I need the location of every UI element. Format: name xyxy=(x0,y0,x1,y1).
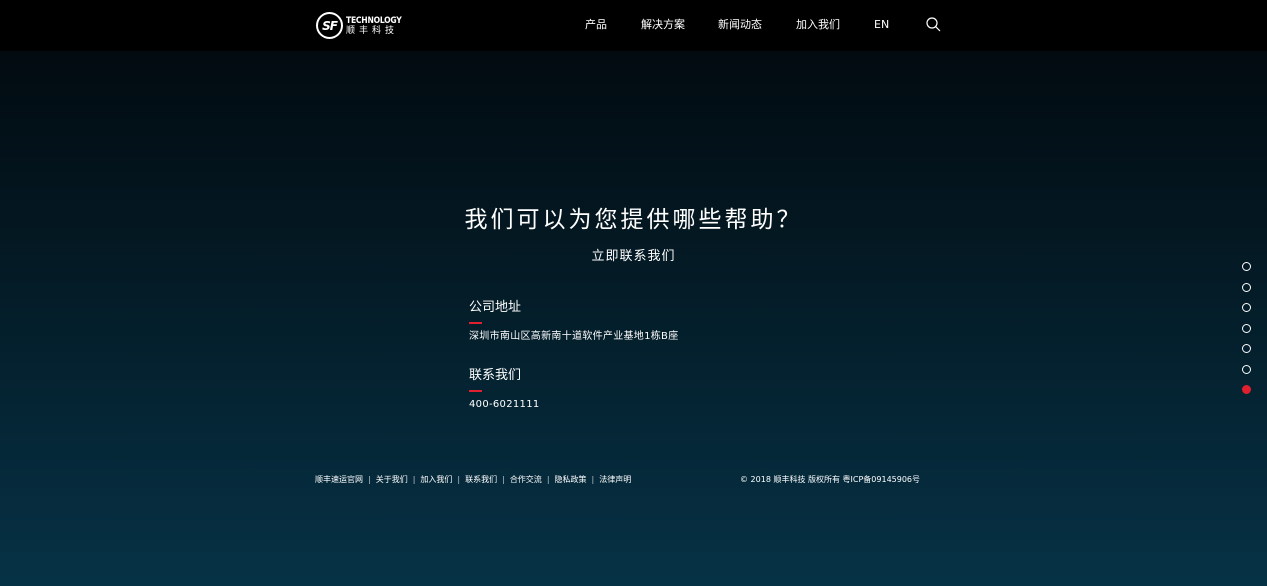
page-dot[interactable] xyxy=(1242,385,1251,394)
page-dot[interactable] xyxy=(1242,282,1251,292)
logo[interactable]: SF TECHNOLOGY 顺丰科技 xyxy=(316,12,411,39)
logo-text-en: TECHNOLOGY xyxy=(346,15,402,26)
page-dot[interactable] xyxy=(1242,262,1251,271)
sf-logo-icon: SF xyxy=(316,12,343,39)
search-icon[interactable] xyxy=(926,17,941,32)
footer-separator: | xyxy=(546,475,550,484)
footer-separator: | xyxy=(412,475,416,484)
page-headline: 我们可以为您提供哪些帮助？ xyxy=(464,207,803,233)
logo-text: TECHNOLOGY 顺丰科技 xyxy=(346,16,411,36)
footer-separator: | xyxy=(457,475,461,484)
page-dot[interactable] xyxy=(1242,303,1251,312)
nav-item-solutions[interactable]: 解决方案 xyxy=(641,17,685,33)
footer-link-legal[interactable]: 法律声明 xyxy=(599,474,631,486)
contact-accent-bar xyxy=(469,390,482,392)
nav-item-news[interactable]: 新闻动态 xyxy=(718,17,762,33)
contact-title: 联系我们 xyxy=(469,368,522,383)
footer-link-contact[interactable]: 联系我们 xyxy=(465,474,497,486)
footer-link-privacy[interactable]: 隐私政策 xyxy=(555,474,587,486)
address-title: 公司地址 xyxy=(469,300,522,315)
footer-separator: | xyxy=(591,475,595,484)
page-dot[interactable] xyxy=(1242,344,1251,353)
nav-item-language[interactable]: EN xyxy=(874,17,889,33)
nav-item-products[interactable]: 产品 xyxy=(585,17,607,33)
page-dot[interactable] xyxy=(1242,323,1251,333)
footer-separator: | xyxy=(368,475,371,484)
address-value: 深圳市南山区高新南十道软件产业基地1栋B座 xyxy=(469,331,679,342)
page-dot[interactable] xyxy=(1242,364,1251,374)
phone-number[interactable]: 400-6021111 xyxy=(469,398,540,412)
footer-link-about[interactable]: 关于我们 xyxy=(376,474,408,486)
footer-link-join[interactable]: 加入我们 xyxy=(420,474,452,486)
site-header: SF TECHNOLOGY 顺丰科技 产品 解决方案 新闻动态 加入我们 EN xyxy=(0,0,1267,51)
address-accent-bar xyxy=(469,322,482,324)
copyright-text: © 2018 顺丰科技 版权所有 粤ICP备09145906号 xyxy=(740,475,921,484)
footer-link-sf-express[interactable]: 顺丰速运官网 xyxy=(315,474,363,486)
logo-text-cn: 顺丰科技 xyxy=(346,25,399,36)
contact-us-link[interactable]: 立即联系我们 xyxy=(0,247,1267,267)
address-block: 公司地址 深圳市南山区高新南十道软件产业基地1栋B座 xyxy=(469,299,679,344)
footer-links: 顺丰速运官网 | 关于我们 | 加入我们 | 联系我们 | 合作交流 | 隐私政… xyxy=(315,474,631,486)
contact-block: 联系我们 400-6021111 xyxy=(469,367,540,412)
footer-separator: | xyxy=(502,475,505,484)
nav-item-join-us[interactable]: 加入我们 xyxy=(796,17,840,33)
footer-link-cooperation[interactable]: 合作交流 xyxy=(510,474,542,486)
